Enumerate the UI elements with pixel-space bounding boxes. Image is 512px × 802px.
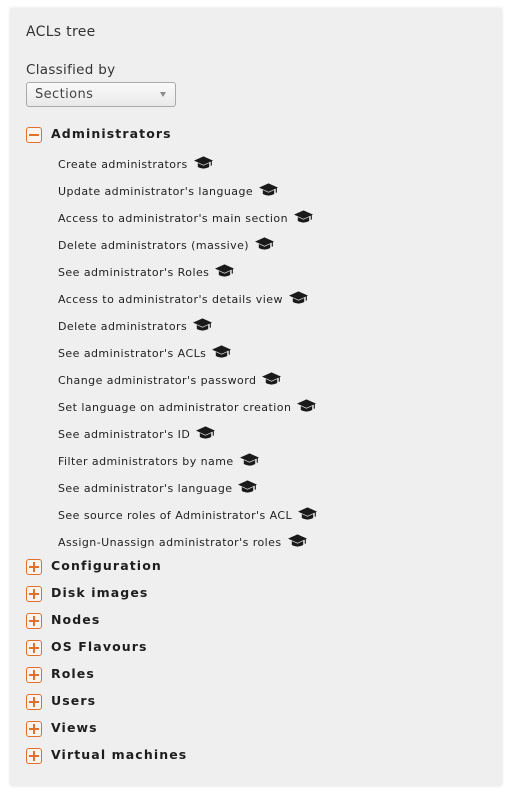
- plus-square-icon[interactable]: [26, 667, 42, 683]
- section-label: OS Flavours: [51, 639, 148, 654]
- plus-square-icon[interactable]: [26, 640, 42, 656]
- acl-item[interactable]: Delete administrators (massive): [58, 235, 275, 253]
- graduation-cap-icon: [255, 236, 275, 250]
- acl-label: Access to administrator's main section: [58, 212, 289, 225]
- graduation-cap-icon: [298, 506, 318, 520]
- acl-item[interactable]: Set language on administrator creation: [58, 397, 317, 415]
- acls-tree-panel: ACLs tree Classified by Sections Adminis…: [10, 8, 502, 786]
- plus-square-icon[interactable]: [26, 721, 42, 737]
- plus-square-icon[interactable]: [26, 586, 42, 602]
- acl-item[interactable]: See administrator's ID: [58, 424, 216, 442]
- acl-label: See administrator's ACLs: [58, 347, 207, 360]
- acl-item[interactable]: See administrator's language: [58, 478, 258, 496]
- acl-item[interactable]: Delete administrators: [58, 316, 213, 334]
- acl-item[interactable]: Filter administrators by name: [58, 451, 259, 469]
- acl-label: Set language on administrator creation: [58, 401, 292, 414]
- plus-square-icon[interactable]: [26, 559, 42, 575]
- plus-square-icon[interactable]: [26, 613, 42, 629]
- section-label: Disk images: [51, 585, 149, 600]
- acl-label: See administrator's ID: [58, 428, 191, 441]
- section-label: Configuration: [51, 558, 162, 573]
- acl-item[interactable]: See source roles of Administrator's ACL: [58, 505, 318, 523]
- acl-item[interactable]: See administrator's Roles: [58, 262, 235, 280]
- graduation-cap-icon: [287, 533, 307, 547]
- classified-by-value: Sections: [35, 87, 94, 102]
- graduation-cap-icon: [215, 263, 235, 277]
- acl-label: Filter administrators by name: [58, 455, 234, 468]
- graduation-cap-icon: [193, 317, 213, 331]
- acl-label: Delete administrators (massive): [58, 239, 250, 252]
- acl-label: Create administrators: [58, 158, 188, 171]
- graduation-cap-icon: [239, 452, 259, 466]
- graduation-cap-icon: [297, 398, 317, 412]
- graduation-cap-icon: [196, 425, 216, 439]
- classified-by-label: Classified by: [26, 62, 116, 78]
- graduation-cap-icon: [212, 344, 232, 358]
- acl-label: Change administrator's password: [58, 374, 257, 387]
- acl-item[interactable]: Update administrator's language: [58, 181, 279, 199]
- acl-item[interactable]: Assign-Unassign administrator's roles: [58, 532, 307, 550]
- graduation-cap-icon: [259, 182, 279, 196]
- section-label: Administrators: [51, 126, 172, 141]
- acl-item[interactable]: Change administrator's password: [58, 370, 282, 388]
- graduation-cap-icon: [294, 209, 314, 223]
- triangle-down-icon: [160, 92, 166, 97]
- graduation-cap-icon: [193, 155, 213, 169]
- graduation-cap-icon: [262, 371, 282, 385]
- acl-label: Update administrator's language: [58, 185, 254, 198]
- acl-item[interactable]: Access to administrator's details view: [58, 289, 308, 307]
- acl-label: See source roles of Administrator's ACL: [58, 509, 293, 522]
- acl-label: Access to administrator's details view: [58, 293, 283, 306]
- acl-item[interactable]: Access to administrator's main section: [58, 208, 314, 226]
- acl-label: See administrator's language: [58, 482, 233, 495]
- section-label: Views: [51, 720, 98, 735]
- plus-square-icon[interactable]: [26, 748, 42, 764]
- acl-label: Delete administrators: [58, 320, 188, 333]
- acl-label: Assign-Unassign administrator's roles: [58, 536, 282, 549]
- panel-title: ACLs tree: [26, 24, 96, 40]
- acl-label: See administrator's Roles: [58, 266, 210, 279]
- graduation-cap-icon: [238, 479, 258, 493]
- graduation-cap-icon: [288, 290, 308, 304]
- acl-item[interactable]: See administrator's ACLs: [58, 343, 232, 361]
- section-label: Users: [51, 693, 97, 708]
- classified-by-select[interactable]: Sections: [26, 82, 176, 107]
- acl-item[interactable]: Create administrators: [58, 154, 213, 172]
- plus-square-icon[interactable]: [26, 694, 42, 710]
- section-label: Roles: [51, 666, 95, 681]
- section-label: Nodes: [51, 612, 101, 627]
- minus-square-icon[interactable]: [26, 127, 42, 143]
- section-label: Virtual machines: [51, 747, 188, 762]
